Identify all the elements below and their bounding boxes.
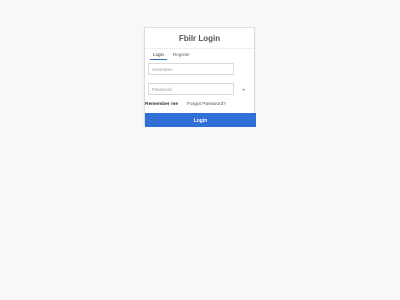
tab-register[interactable]: Register bbox=[170, 50, 193, 60]
login-header: Fbilr Login bbox=[145, 28, 254, 49]
eye-icon[interactable]: ▸ bbox=[241, 87, 247, 93]
username-input[interactable] bbox=[148, 63, 234, 75]
login-button[interactable]: Login bbox=[145, 113, 256, 127]
auth-tabs: Login Register bbox=[150, 50, 193, 60]
login-card: Fbilr Login Login Register ▸ Remember me… bbox=[144, 27, 256, 127]
login-title: Fbilr Login bbox=[178, 33, 221, 43]
tab-login[interactable]: Login bbox=[150, 50, 168, 60]
forgot-password-link[interactable]: Forgot Password? bbox=[187, 101, 226, 108]
password-input[interactable] bbox=[148, 83, 234, 95]
remember-me[interactable]: Remember me bbox=[145, 101, 178, 108]
